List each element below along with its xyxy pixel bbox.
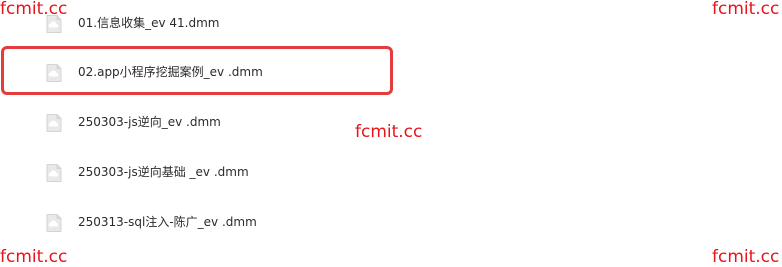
cloud-file-icon	[44, 63, 64, 83]
cloud-file-icon	[44, 213, 64, 233]
cloud-file-icon	[44, 163, 64, 183]
file-row[interactable]: 01.信息收集_ev 41.dmm	[0, 0, 782, 50]
file-row[interactable]: 250313-sql注入-陈广_ev .dmm	[0, 199, 782, 249]
file-row[interactable]: 250303-js逆向基础 _ev .dmm	[0, 149, 782, 199]
watermark-top-left: fcmit.cc	[0, 0, 68, 19]
watermark-bottom-left: fcmit.cc	[0, 247, 68, 267]
file-name: 01.信息收集_ev 41.dmm	[78, 16, 220, 30]
file-name: 250303-js逆向基础 _ev .dmm	[78, 165, 249, 179]
watermark-center: fcmit.cc	[355, 122, 423, 142]
watermark-top-right: fcmit.cc	[712, 0, 780, 19]
file-name: 02.app小程序挖掘案例_ev .dmm	[78, 65, 263, 79]
file-row[interactable]: 02.app小程序挖掘案例_ev .dmm	[0, 49, 782, 99]
watermark-bottom-right: fcmit.cc	[712, 247, 780, 267]
file-name: 250303-js逆向_ev .dmm	[78, 115, 221, 129]
file-name: 250313-sql注入-陈广_ev .dmm	[78, 215, 257, 229]
cloud-file-icon	[44, 113, 64, 133]
